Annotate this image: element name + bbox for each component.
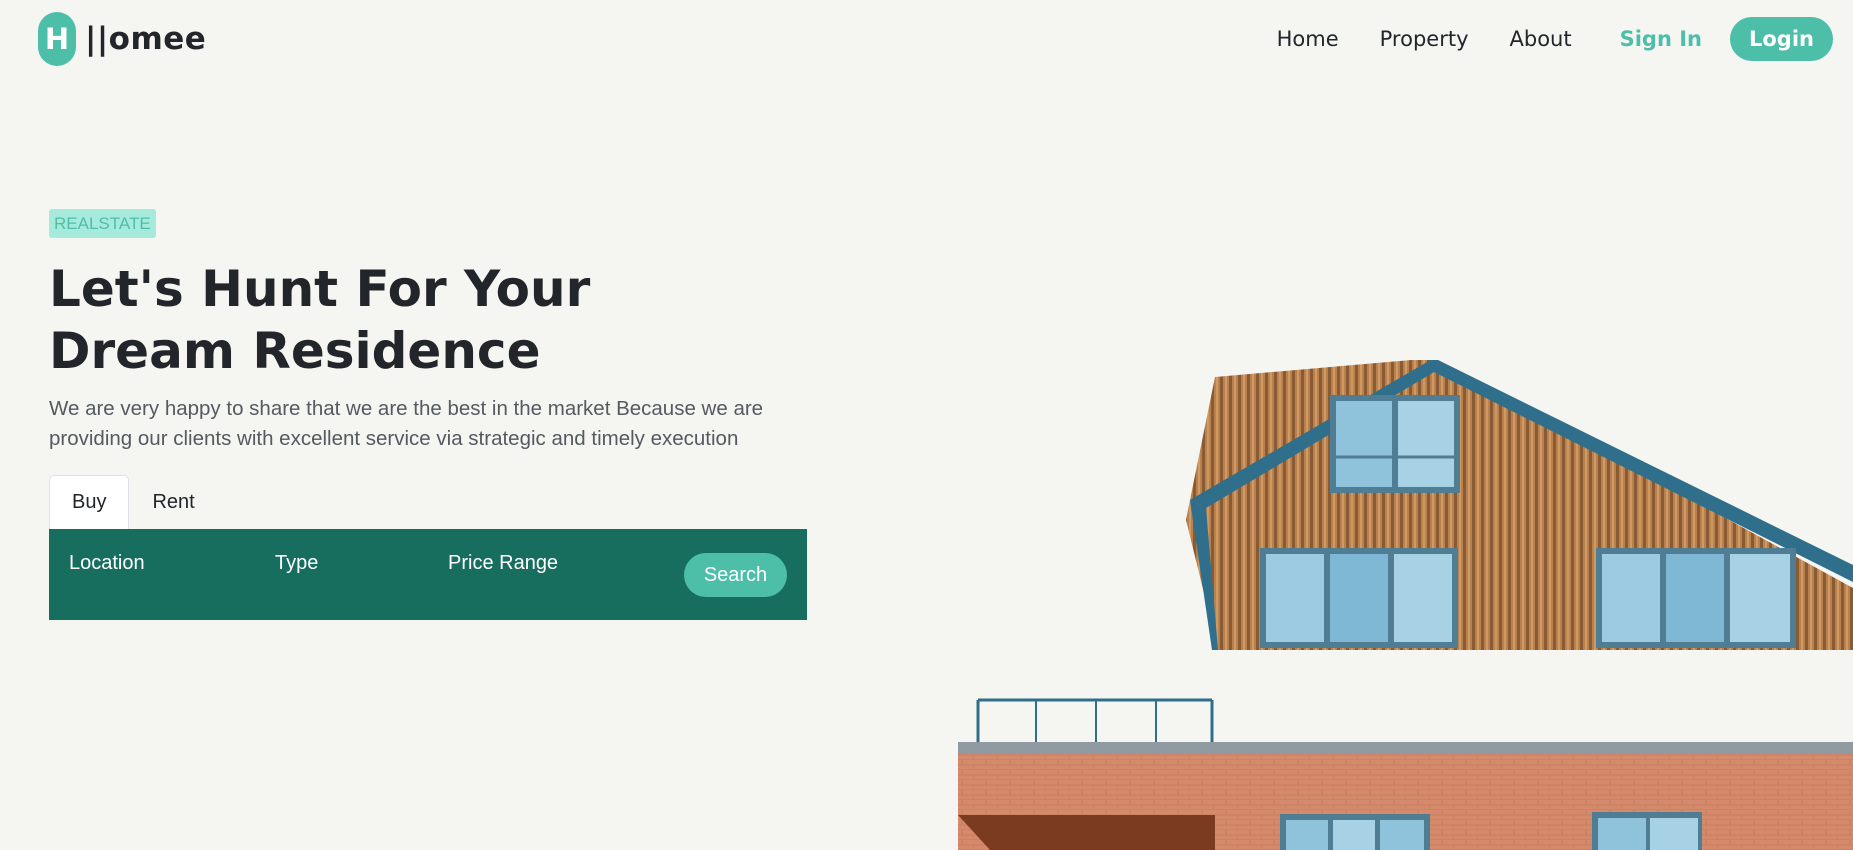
search-button[interactable]: Search — [684, 553, 787, 597]
site-header: H ||omee Home Property About Sign In Log… — [0, 0, 1853, 78]
nav-link-about[interactable]: About — [1510, 27, 1572, 51]
login-button[interactable]: Login — [1730, 17, 1833, 61]
nav-link-home[interactable]: Home — [1277, 27, 1339, 51]
type-field[interactable]: Type — [275, 552, 318, 575]
house-photo — [958, 360, 1853, 850]
main-nav: Home Property About Sign In Login — [1277, 14, 1833, 64]
location-field[interactable]: Location — [69, 552, 145, 575]
sign-in-link[interactable]: Sign In — [1620, 27, 1702, 51]
search-tabs: Buy Rent — [49, 475, 218, 529]
logo-mark: H — [38, 11, 76, 66]
search-panel: Location Type Price Range Search — [49, 529, 807, 620]
hero-title: Let's Hunt For Your Dream Residence — [49, 258, 769, 382]
price-range-field[interactable]: Price Range — [448, 552, 558, 575]
hero-title-line-2: Dream Residence — [49, 322, 541, 380]
tab-buy[interactable]: Buy — [49, 475, 130, 529]
tab-rent[interactable]: Rent — [129, 475, 217, 529]
category-badge: REALSTATE — [49, 209, 156, 238]
brand-logo[interactable]: H ||omee — [38, 11, 206, 66]
nav-link-property[interactable]: Property — [1380, 27, 1469, 51]
logo-text: ||omee — [85, 20, 207, 57]
hero-description: We are very happy to share that we are t… — [49, 397, 764, 450]
hero-title-line-1: Let's Hunt For Your — [49, 260, 591, 318]
